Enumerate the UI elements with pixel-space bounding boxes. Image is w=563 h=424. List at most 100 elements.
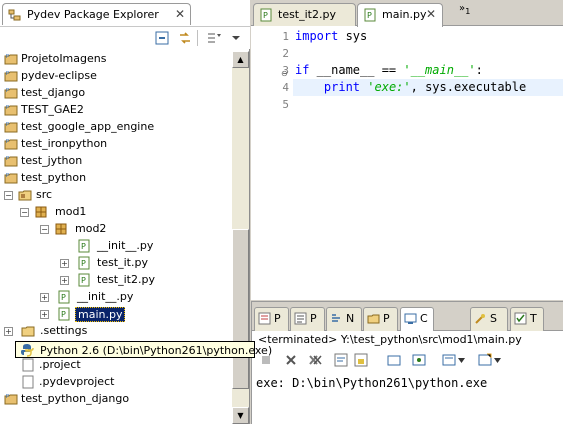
tab-console[interactable]: C (400, 307, 434, 331)
open-console-icon[interactable] (478, 353, 492, 367)
svg-text:P: P (6, 173, 9, 179)
scroll-thumb[interactable] (232, 229, 249, 389)
more-tabs-count: 1 (465, 6, 471, 16)
string-literal: '__main__' (403, 63, 476, 77)
expand-toggle[interactable]: + (4, 327, 13, 336)
toolbar-separator (197, 30, 198, 46)
tab-label: S (490, 312, 497, 325)
chevron-down-icon[interactable] (458, 358, 465, 363)
view-menu-icon[interactable] (229, 31, 243, 45)
explorer-tab[interactable]: Pydev Package Explorer ✕ (2, 3, 191, 25)
more-tabs-button[interactable]: »1 (459, 3, 470, 16)
collapse-toggle[interactable]: − (4, 191, 13, 200)
package-icon (35, 206, 47, 218)
project-tree: P ProjetoImagens P pydev-eclipse P test_… (0, 51, 232, 424)
python-file-icon: P (58, 307, 70, 321)
keyword: print (323, 80, 361, 94)
link-with-editor-icon[interactable] (178, 31, 192, 45)
svg-text:P: P (6, 88, 9, 94)
remove-launch-icon[interactable] (285, 354, 297, 366)
line-number: 5 (282, 98, 289, 111)
tab-label: test_it2.py (278, 8, 336, 21)
tree-item-label: mod2 (75, 222, 107, 235)
python-file-icon: P (58, 290, 70, 304)
collapse-toggle[interactable]: − (40, 225, 49, 234)
pin-console-icon[interactable] (412, 353, 426, 367)
scroll-lock-icon[interactable] (354, 353, 368, 367)
tree-item-label: .pydevproject (39, 375, 115, 388)
tree-item-label: .settings (40, 324, 88, 337)
tree-item-label: pydev-eclipse (21, 69, 97, 82)
interpreter-tooltip: Python 2.6 (D:\bin\Python261\python.exe) (15, 341, 272, 358)
code-text: __name__ == (309, 63, 404, 77)
code-text: , sys.executable (410, 80, 527, 94)
collapse-toggle[interactable]: − (20, 208, 29, 217)
scroll-down-button[interactable]: ▼ (232, 407, 249, 424)
keyword: if (295, 63, 310, 77)
explorer-scrollbar[interactable]: ▲ ▼ (232, 51, 249, 424)
fold-icon[interactable]: ⊖ (281, 69, 288, 78)
chevron-down-icon[interactable] (494, 358, 501, 363)
close-icon[interactable]: ✕ (175, 7, 185, 21)
package-icon (55, 223, 67, 235)
svg-text:P: P (367, 11, 372, 20)
package-explorer-view: Pydev Package Explorer ✕ P ProjetoImagen… (0, 0, 250, 424)
svg-text:P: P (263, 11, 268, 20)
properties-icon (294, 312, 307, 325)
line-number: 2 (282, 47, 289, 60)
svg-text:P: P (61, 310, 66, 319)
filter-icon[interactable] (207, 31, 221, 45)
tree-item-label: test_python (21, 171, 87, 184)
console-view: P P N P C S T <terminated> Y:\test_pytho… (251, 301, 563, 424)
tree-item-label: test_google_app_engine (21, 120, 155, 133)
collapse-all-icon[interactable] (155, 31, 169, 45)
problems-icon (258, 312, 271, 325)
console-tabbar: P P N P C S T (252, 302, 563, 331)
tab-search[interactable]: S (470, 307, 508, 331)
expand-toggle[interactable]: + (60, 276, 69, 285)
tab-properties[interactable]: P (290, 307, 325, 331)
display-console-icon[interactable] (442, 353, 456, 367)
tab-tasks[interactable]: T (510, 307, 544, 331)
clear-console-icon[interactable] (334, 353, 348, 367)
tree-item-label: main.py (75, 307, 126, 322)
tab-navigator[interactable]: N (326, 307, 362, 331)
console-title: <terminated> Y:\test_python\src\mod1\mai… (252, 331, 563, 348)
keyword: import (295, 29, 339, 43)
console-output[interactable]: exe: D:\bin\Python261\python.exe (252, 372, 563, 424)
tab-package[interactable]: P (363, 307, 398, 331)
code-area[interactable]: import sys if __name__ == '__main__': pr… (293, 27, 563, 300)
tab-label: P (383, 312, 390, 325)
tree-item-label: mod1 (55, 205, 87, 218)
code-text: : (475, 63, 483, 77)
tree-item-label: TEST_GAE2 (21, 103, 84, 116)
tab-main-py[interactable]: P main.py ✕ (357, 3, 443, 27)
remove-all-icon[interactable] (308, 354, 322, 366)
project-folder-icon: P (4, 394, 18, 405)
close-icon[interactable]: ✕ (426, 7, 436, 21)
python-file-icon: P (364, 8, 376, 22)
svg-text:P: P (6, 71, 9, 77)
svg-text:P: P (6, 156, 9, 162)
tree-item-label: ProjetoImagens (21, 52, 107, 65)
code-text: sys (338, 29, 368, 43)
expand-toggle[interactable]: + (40, 310, 49, 319)
svg-text:P: P (81, 242, 86, 251)
expand-toggle[interactable]: + (60, 259, 69, 268)
show-console-icon[interactable] (387, 353, 401, 367)
tasks-icon (514, 312, 527, 325)
code-editor: P test_it2.py P main.py ✕ »1 1 2 3 4 5 ⊖… (251, 0, 563, 300)
svg-text:P: P (6, 139, 9, 145)
project-folder-icon: P (4, 88, 18, 99)
expand-toggle[interactable]: + (40, 293, 49, 302)
svg-text:P: P (81, 259, 86, 268)
project-folder-icon: P (4, 173, 18, 184)
tab-label: main.py (382, 8, 427, 21)
tab-test-it2[interactable]: P test_it2.py (253, 3, 356, 26)
tree-item-label: src (36, 188, 53, 201)
project-folder-icon: P (4, 122, 18, 133)
tab-label: C (420, 312, 428, 325)
scroll-up-button[interactable]: ▲ (232, 51, 249, 68)
tab-problems[interactable]: P (254, 307, 289, 331)
tree-item-label: test_it.py (97, 256, 148, 269)
